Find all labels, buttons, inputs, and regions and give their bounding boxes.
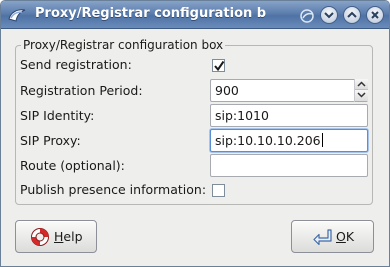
registration-period-spinbox[interactable]: 900 xyxy=(210,79,368,102)
lifebuoy-icon xyxy=(30,227,50,247)
send-registration-label: Send registration: xyxy=(20,57,132,72)
chevron-up-icon xyxy=(357,81,366,87)
route-label: Route (optional): xyxy=(20,158,125,173)
sip-identity-field[interactable]: sip:1010 xyxy=(210,104,368,127)
route-field[interactable] xyxy=(210,154,368,177)
publish-presence-checkbox[interactable] xyxy=(212,184,225,197)
ok-button[interactable]: OK xyxy=(291,220,374,253)
ok-label-rest: K xyxy=(345,229,355,244)
sip-proxy-field[interactable]: sip:10.10.10.206 xyxy=(210,129,368,152)
help-button-label: Help xyxy=(54,229,83,245)
checkmark-icon xyxy=(214,60,225,72)
minimize-icon[interactable] xyxy=(320,6,338,24)
registration-period-label: Registration Period: xyxy=(20,83,143,98)
sip-proxy-label: SIP Proxy: xyxy=(20,133,81,148)
app-icon[interactable] xyxy=(7,6,27,24)
maximize-icon[interactable] xyxy=(343,6,361,24)
close-icon[interactable] xyxy=(366,6,384,24)
help-label-rest: elp xyxy=(63,229,83,244)
sticky-icon[interactable] xyxy=(297,6,315,24)
spin-down-button[interactable] xyxy=(355,90,368,101)
help-mnemonic: H xyxy=(54,229,64,244)
ok-button-label: OK xyxy=(336,229,354,245)
enter-arrow-icon xyxy=(312,227,332,247)
text-caret xyxy=(321,133,323,147)
chevron-down-icon xyxy=(357,92,366,98)
ok-mnemonic: O xyxy=(336,229,346,244)
dialog-window: Proxy/Registrar configuration b Proxy/Re… xyxy=(0,0,390,267)
spin-up-button[interactable] xyxy=(355,79,368,90)
publish-presence-label: Publish presence information: xyxy=(20,182,207,197)
groupbox-title: Proxy/Registrar configuration box xyxy=(21,38,226,52)
title-bar[interactable]: Proxy/Registrar configuration b xyxy=(1,1,389,29)
registration-period-stepper[interactable] xyxy=(354,79,368,102)
send-registration-checkbox[interactable] xyxy=(212,59,225,72)
sip-proxy-value: sip:10.10.10.206 xyxy=(215,133,321,148)
window-title: Proxy/Registrar configuration b xyxy=(35,6,267,21)
help-button[interactable]: Help xyxy=(15,220,97,253)
sip-identity-label: SIP Identity: xyxy=(20,108,95,123)
